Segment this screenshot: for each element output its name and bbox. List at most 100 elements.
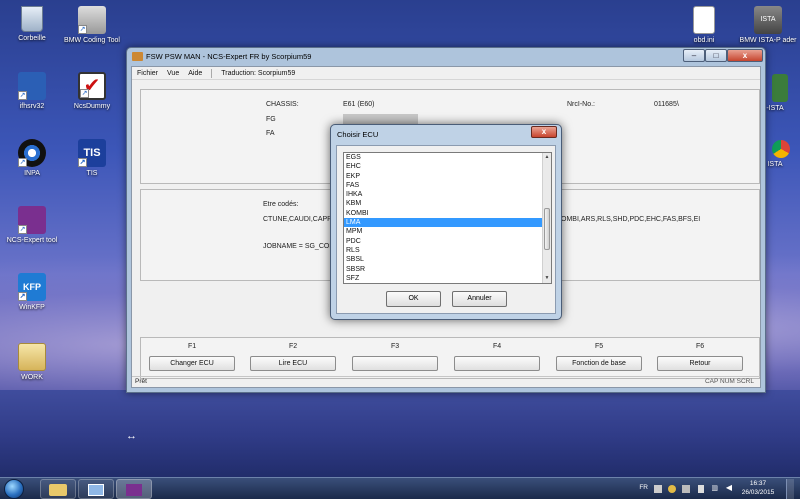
retour-button[interactable]: Retour	[657, 356, 743, 371]
winkfp-icon: KFP ↗	[18, 273, 46, 301]
ecu-list-item[interactable]: KBM	[344, 199, 543, 208]
desktop-icon-inpa[interactable]: ↗ INPA	[0, 139, 64, 178]
taskbar-explorer-button[interactable]	[40, 479, 76, 499]
minimize-button[interactable]: –	[683, 49, 705, 62]
window-titlebar[interactable]: FSW PSW MAN - NCS-Expert FR by Scorpium5…	[127, 48, 765, 66]
desktop-icon-label: WORK	[21, 374, 43, 381]
dialog-close-button[interactable]: x	[531, 126, 557, 138]
status-bar: Prêt CAP NUM SCRL	[132, 376, 760, 387]
scroll-down-icon[interactable]: ▼	[543, 274, 551, 283]
menu-separator	[211, 68, 213, 78]
ecu-list-item[interactable]: SBSR	[344, 265, 543, 274]
status-indicators: CAP NUM SCRL	[704, 378, 754, 385]
tray-shield-icon[interactable]	[668, 485, 676, 493]
start-button[interactable]	[4, 479, 24, 499]
tray-device-icon[interactable]	[682, 485, 690, 493]
ecu-list-item[interactable]: EKP	[344, 172, 543, 181]
clock-date[interactable]: 26/03/2015	[738, 489, 778, 496]
desktop-icon-ncsdummy[interactable]: ✔ ↗ NcsDummy	[60, 72, 124, 111]
ecu-listbox[interactable]: EGS EHC EKP FAS IHKA KBM KOMBI LMA MPM P…	[343, 152, 552, 284]
volume-icon[interactable]: ◀	[726, 483, 732, 492]
menubar: Fichier Vue Aide Traduction: Scorpium59	[132, 67, 760, 80]
ecu-list-item[interactable]: PDC	[344, 237, 543, 246]
close-button[interactable]: x	[727, 49, 763, 62]
show-desktop-button[interactable]	[786, 479, 794, 499]
chassis-value: E61 (E60)	[343, 101, 375, 108]
ecu-list-item[interactable]: MPM	[344, 227, 543, 236]
shortcut-arrow-icon: ↗	[78, 25, 87, 34]
battery-icon[interactable]	[698, 485, 704, 493]
ncs-expert-icon: ↗	[18, 206, 46, 234]
ncs-expert-icon	[126, 484, 142, 496]
desktop-icon-label: obd.ini	[693, 37, 715, 44]
nrcl-label: NrcI-No.:	[567, 101, 595, 108]
fkey-f3-label: F3	[391, 343, 400, 350]
coding-label: Etre codés:	[263, 201, 299, 208]
ecu-list-item[interactable]: EGS	[344, 153, 543, 162]
ecu-list-item[interactable]: IHKA	[344, 190, 543, 199]
f3-button[interactable]	[352, 356, 438, 371]
translation-credit: Traduction: Scorpium59	[221, 69, 296, 77]
ecu-list-item[interactable]: SBSL	[344, 255, 543, 264]
fkey-f5-label: F5	[595, 343, 604, 350]
desktop-icon-label: Corbeille	[18, 35, 46, 42]
menu-vue[interactable]: Vue	[167, 70, 179, 77]
fkey-f1-label: F1	[188, 343, 197, 350]
chrome-ista-icon	[772, 140, 790, 158]
scrollbar-thumb[interactable]	[544, 208, 550, 250]
ecu-list-item[interactable]: SFZ	[344, 274, 543, 283]
lire-ecu-button[interactable]: Lire ECU	[250, 356, 336, 371]
clock-time[interactable]: 16:37	[738, 480, 778, 487]
window-title: FSW PSW MAN - NCS-Expert FR by Scorpium5…	[146, 52, 312, 61]
fonction-de-base-button[interactable]: Fonction de base	[556, 356, 642, 371]
tray-app-icon[interactable]	[654, 485, 662, 493]
f4-button[interactable]	[454, 356, 540, 371]
choisir-ecu-dialog[interactable]: Choisir ECU x EGS EHC EKP FAS IHKA KBM K…	[330, 124, 562, 320]
maximize-button[interactable]: □	[705, 49, 727, 62]
taskbar-app-button[interactable]	[78, 479, 114, 499]
ecu-list-scrollbar[interactable]: ▲ ▼	[542, 153, 551, 283]
desktop-icon-bmw-coding-tool[interactable]: ↗ BMW Coding Tool	[60, 6, 124, 45]
ista-icon	[772, 74, 788, 102]
menu-aide[interactable]: Aide	[188, 70, 202, 77]
desktop-icon-winkfp[interactable]: KFP ↗ WinKFP	[0, 273, 64, 312]
changer-ecu-button[interactable]: Changer ECU	[149, 356, 235, 371]
ok-button[interactable]: OK	[386, 291, 441, 307]
desktop-icon-work[interactable]: WORK	[0, 343, 64, 382]
shortcut-arrow-icon: ↗	[78, 158, 87, 167]
ecu-list-item[interactable]: KOMBI	[344, 209, 543, 218]
tis-icon: TIS ↗	[78, 139, 106, 167]
desktop-icon-recycle-bin[interactable]: Corbeille	[0, 6, 64, 43]
desktop-icon-ifhsrv32[interactable]: ↗ ifhsrv32	[0, 72, 64, 111]
desktop-icon-label: TIS	[86, 170, 98, 177]
ista-p-icon: ISTA	[754, 6, 782, 34]
function-keys-panel: F1 F2 F3 F4 F5 F6 Changer ECU Lire ECU F…	[140, 337, 760, 379]
dialog-body: EGS EHC EKP FAS IHKA KBM KOMBI LMA MPM P…	[336, 145, 556, 314]
desktop-icon-label: NcsDummy	[73, 103, 111, 110]
desktop-icon-ista-p[interactable]: ISTA BMW ISTA-P ader	[736, 6, 800, 45]
menu-fichier[interactable]: Fichier	[137, 70, 158, 77]
taskbar-ncs-expert-button[interactable]	[116, 479, 152, 499]
annuler-button[interactable]: Annuler	[452, 291, 507, 307]
inpa-icon: ↗	[18, 139, 46, 167]
language-indicator[interactable]: FR	[639, 484, 648, 491]
shortcut-arrow-icon: ↗	[18, 225, 27, 234]
folder-icon	[18, 343, 46, 371]
desktop-icon-obd-ini[interactable]: obd.ini	[672, 6, 736, 45]
ncsdummy-icon: ✔ ↗	[78, 72, 106, 100]
ecu-list-item[interactable]: RLS	[344, 246, 543, 255]
ecu-list-item[interactable]: FAS	[344, 181, 543, 190]
recycle-bin-icon	[21, 6, 43, 32]
ecu-list-item[interactable]: EHC	[344, 162, 543, 171]
fkey-f2-label: F2	[289, 343, 298, 350]
desktop-icon-label: NCS-Expert tool	[6, 237, 58, 244]
desktop-icon-tis[interactable]: TIS ↗ TIS	[60, 139, 124, 178]
ecu-list-item-selected[interactable]: LMA	[344, 218, 543, 228]
network-icon[interactable]: ▥	[711, 484, 718, 492]
desktop-icon-ncs-expert[interactable]: ↗ NCS-Expert tool	[0, 206, 64, 245]
desktop-icon-label: INPA	[24, 170, 40, 177]
coding-list-left: CTUNE,CAUDI,CAPPL	[263, 216, 336, 223]
desktop-icon-label: BMW ISTA-P ader	[739, 37, 797, 44]
fkey-f6-label: F6	[696, 343, 705, 350]
scroll-up-icon[interactable]: ▲	[543, 153, 551, 162]
